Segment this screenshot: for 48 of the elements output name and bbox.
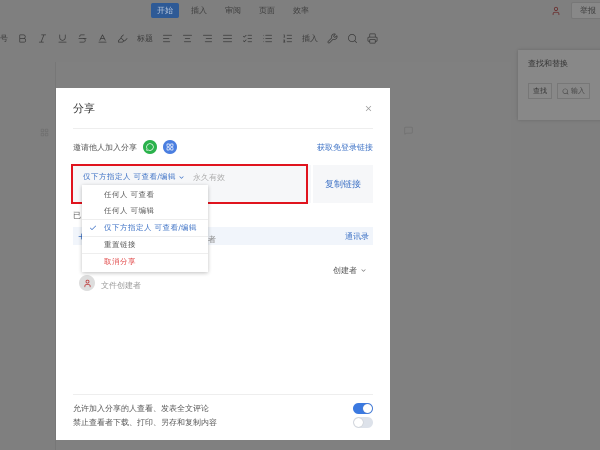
font-size-dropdown[interactable]: 号 bbox=[0, 32, 8, 44]
close-icon[interactable] bbox=[364, 104, 373, 112]
search-icon bbox=[562, 88, 569, 94]
highlighter-icon[interactable] bbox=[117, 32, 128, 44]
validity-label: 永久有效 bbox=[192, 172, 225, 183]
ribbon-tab[interactable]: 效率 bbox=[287, 2, 315, 18]
align-justify-icon[interactable] bbox=[222, 32, 233, 44]
chat-icon[interactable] bbox=[143, 140, 157, 154]
role-dropdown[interactable]: 创建者 bbox=[333, 264, 357, 276]
font-color-icon[interactable] bbox=[97, 32, 108, 44]
underline-icon[interactable] bbox=[57, 32, 68, 44]
insert-dropdown[interactable]: 插入 bbox=[302, 32, 318, 44]
contacts-link[interactable]: 通讯录 bbox=[345, 230, 369, 242]
italic-icon[interactable] bbox=[37, 32, 48, 44]
strikethrough-icon[interactable] bbox=[77, 32, 88, 44]
setting-label: 允许加入分享的人查看、发表全文评论 bbox=[73, 403, 209, 414]
caret-icon[interactable] bbox=[360, 266, 367, 274]
toggle-switch[interactable] bbox=[353, 403, 373, 414]
ribbon-tab[interactable]: 审阅 bbox=[219, 2, 247, 18]
invite-label: 邀请他人加入分享 bbox=[73, 142, 137, 152]
dialog-title: 分享 bbox=[73, 100, 95, 116]
numbered-list-icon[interactable] bbox=[282, 32, 293, 44]
check-icon bbox=[89, 224, 97, 232]
ribbon-tab[interactable]: 页面 bbox=[253, 2, 281, 18]
login-free-link[interactable]: 获取免登录链接 bbox=[317, 142, 373, 152]
members-heading: 已 bbox=[73, 210, 81, 221]
report-button[interactable]: 举报 bbox=[571, 2, 600, 19]
member-caption: 文件创建者 bbox=[101, 280, 141, 291]
ribbon-tab[interactable]: 插入 bbox=[185, 2, 213, 18]
toggle-switch[interactable] bbox=[353, 417, 373, 428]
avatar-icon bbox=[79, 275, 95, 291]
wrench-icon[interactable] bbox=[327, 32, 338, 44]
panel-title: 查找和替换 bbox=[528, 58, 569, 69]
checklist-icon[interactable] bbox=[242, 32, 253, 44]
user-icon[interactable] bbox=[551, 6, 561, 16]
search-icon[interactable] bbox=[347, 32, 358, 44]
bold-icon[interactable] bbox=[17, 32, 28, 44]
copy-link-button[interactable]: 复制链接 bbox=[313, 165, 373, 203]
caret-icon[interactable] bbox=[178, 174, 185, 180]
ribbon-tab[interactable]: 开始 bbox=[151, 2, 179, 18]
heading-dropdown[interactable]: 标题 bbox=[137, 32, 153, 44]
search-hint: 者 bbox=[208, 234, 216, 244]
printer-icon[interactable] bbox=[367, 32, 378, 44]
align-right-icon[interactable] bbox=[202, 32, 213, 44]
grid-icon[interactable] bbox=[163, 140, 177, 154]
setting-label: 禁止查看者下载、打印、另存和复制内容 bbox=[73, 417, 217, 428]
align-center-icon[interactable] bbox=[182, 32, 193, 44]
align-left-icon[interactable] bbox=[162, 32, 173, 44]
